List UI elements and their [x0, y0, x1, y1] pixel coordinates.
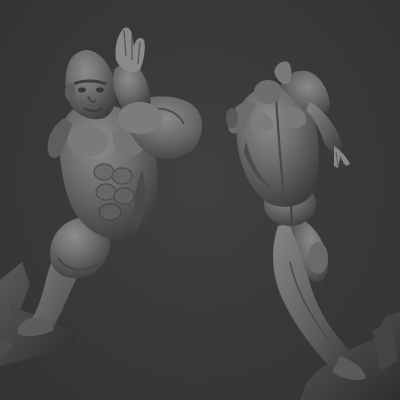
front-head [65, 50, 116, 120]
sculpt-render [0, 27, 400, 400]
front-figure [0, 27, 203, 366]
back-head [254, 80, 282, 104]
sculpt-viewport [0, 0, 400, 400]
back-figure [226, 61, 400, 400]
front-right-hand [115, 27, 145, 72]
back-right-forearm [274, 61, 292, 84]
